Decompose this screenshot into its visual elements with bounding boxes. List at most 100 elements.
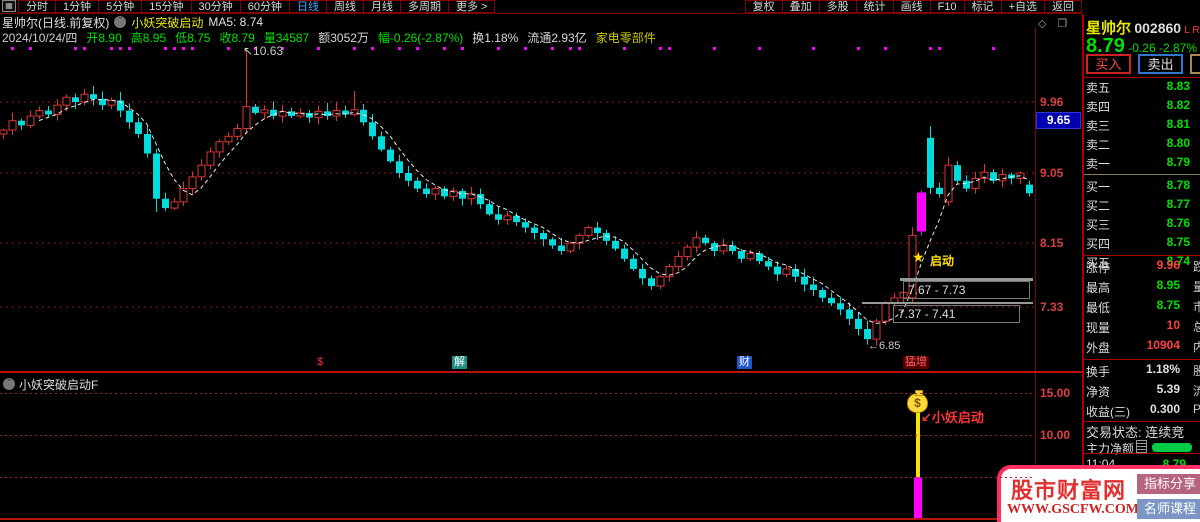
chart-corner-icons[interactable]: ◇ ❐ (1038, 17, 1071, 30)
chevron-down-icon[interactable]: ˇ (114, 16, 127, 28)
quote-field: 幅-0.26(-2.87%) (377, 30, 464, 45)
sub-gridline (0, 477, 1035, 478)
stat-value: 0.300 (1149, 402, 1180, 416)
candlestick-chart[interactable] (0, 44, 1035, 371)
stat-label: 现量 (1086, 321, 1111, 335)
order-level-label: 买二 (1086, 199, 1111, 213)
order-level-price: 8.79 (1166, 155, 1190, 169)
menu-item-多周期[interactable]: 多周期 (400, 0, 449, 13)
stat-value: 1.18% (1145, 362, 1180, 376)
axis-divider (1035, 28, 1036, 518)
stat-row-涨停: 涨停 (1086, 258, 1200, 278)
order-level-label: 买一 (1086, 180, 1111, 194)
price-change: -0.26 (1128, 41, 1156, 55)
window-icon[interactable]: ▦ (2, 0, 16, 12)
stat-value: 5.39 (1156, 382, 1180, 396)
quote-strip: 2024/10/24/四 开8.90 高8.95 低8.75 收8.79 量34587 额3… (2, 30, 656, 45)
stat-value: 8.75 (1156, 298, 1180, 312)
stat-row-最低: 最低 (1086, 298, 1200, 318)
stat-row-外盘: 外盘 (1086, 338, 1200, 358)
app-window: ▦ 分时 1分钟 5分钟 15分钟 30分钟 60分钟 日线 周线 月线 多周期 更多 > 复权 叠加… (0, 0, 1200, 522)
stat-label: 换手 (1086, 365, 1111, 379)
stat-extra-clipped: 流 (1193, 384, 1200, 398)
quote-field: 低8.75 (175, 30, 211, 45)
low-price-annotation: ←6.85 (868, 340, 901, 352)
sub-axis-label-10.00: 10.00 (1040, 428, 1071, 442)
menu-item-复权[interactable]: 复权 (744, 0, 783, 13)
stat-label: 收益(三) (1086, 405, 1130, 419)
tool-menu: 复权 叠加 多股 统计 画线 F10 标记 +自选 返回 (744, 0, 1082, 13)
order-level-price: 8.80 (1166, 136, 1190, 150)
stock-code: 002860 (1134, 20, 1182, 36)
quote-field: 开8.90 (86, 30, 122, 45)
stat-row-现量: 现量 (1086, 318, 1200, 338)
event-marker-财: 财 (737, 356, 752, 369)
menu-item-画线[interactable]: 画线 (892, 0, 931, 13)
sub-indicator-header: ˇ 小妖突破启动F (3, 376, 98, 393)
stat-extra-clipped: 量 (1193, 280, 1200, 294)
order-level-price: 8.75 (1166, 235, 1190, 249)
axis-label-8.15: 8.15 (1040, 236, 1064, 250)
quote-field: 量34587 (263, 30, 310, 45)
stat-value: 10904 (1146, 338, 1180, 352)
gap-zone-label-2: 7.37 - 7.41 (893, 305, 1020, 323)
divider (1084, 421, 1200, 422)
order-level-price: 8.76 (1166, 216, 1190, 230)
menu-item-60分钟[interactable]: 60分钟 (239, 0, 290, 13)
divider (1084, 77, 1200, 78)
order-level-label: 卖三 (1086, 119, 1111, 133)
main-sub-separator[interactable] (0, 371, 1082, 373)
signal-line (916, 410, 920, 478)
menu-item-月线[interactable]: 月线 (363, 0, 401, 13)
menu-item-5分钟[interactable]: 5分钟 (98, 0, 143, 13)
star-icon: ★ (912, 249, 925, 265)
watermark-badge-indicator-share: 指标分享 (1137, 474, 1200, 494)
price-highlight-label: 9.65 (1036, 112, 1081, 129)
watermark-url: WWW.GSCFW.COM (1007, 502, 1139, 517)
stat-value: 8.95 (1156, 278, 1180, 292)
sub-indicator-name[interactable]: 小妖突破启动F (19, 376, 98, 393)
list-icon[interactable] (1136, 440, 1147, 453)
divider (1084, 255, 1200, 256)
menu-item-F10[interactable]: F10 (929, 0, 965, 13)
stat-extra-clipped: 股 (1193, 364, 1200, 378)
menu-item-周线[interactable]: 周线 (326, 0, 364, 13)
quote-panel: 星帅尔 002860 L R 8.79 -0.26 -2.87% 买入 卖出 卖… (1084, 14, 1200, 522)
menu-item-多股[interactable]: 多股 (818, 0, 857, 13)
stat-label: 涨停 (1086, 261, 1111, 275)
sell-button[interactable]: 卖出 (1138, 54, 1183, 74)
menu-item-1分钟[interactable]: 1分钟 (55, 0, 100, 13)
high-price-annotation: ↖10.63 (243, 44, 284, 58)
menu-item-叠加[interactable]: 叠加 (781, 0, 820, 13)
menu-item-标记[interactable]: 标记 (963, 0, 1002, 13)
bid-ask-separator (1084, 174, 1200, 175)
chevron-down-icon[interactable]: ˇ (3, 378, 15, 390)
order-level-label: 卖五 (1086, 81, 1111, 95)
stat-extra-clipped: 市 (1193, 300, 1200, 314)
menu-item-15分钟[interactable]: 15分钟 (141, 0, 192, 13)
buy-button[interactable]: 买入 (1086, 54, 1131, 74)
stat-extra-clipped: 内 (1193, 340, 1200, 354)
menu-item-返回[interactable]: 返回 (1044, 0, 1082, 13)
menu-item-更多 >[interactable]: 更多 > (448, 0, 496, 13)
stat-label: 净资 (1086, 385, 1111, 399)
watermark-box: 股市财富网 WWW.GSCFW.COM 指标分享 名师课程 (997, 465, 1200, 522)
period-menu: 分时 1分钟 5分钟 15分钟 30分钟 60分钟 日线 周线 月线 多周期 更多 > (18, 0, 496, 13)
quote-field: 额3052万 (318, 30, 369, 45)
order-level-label: 买四 (1086, 237, 1111, 251)
menu-item-+自选[interactable]: +自选 (1000, 0, 1045, 13)
divider (1084, 359, 1200, 360)
star-label: 启动 (930, 254, 955, 268)
menu-item-分时[interactable]: 分时 (18, 0, 56, 13)
menu-item-日线[interactable]: 日线 (289, 0, 327, 13)
extra-button-clipped[interactable] (1190, 54, 1200, 74)
stat-extra-clipped: 跌 (1193, 260, 1200, 274)
menu-item-统计[interactable]: 统计 (855, 0, 894, 13)
menu-item-30分钟[interactable]: 30分钟 (190, 0, 241, 13)
order-level-label: 卖四 (1086, 100, 1111, 114)
stat-extra-clipped: P (1193, 402, 1200, 416)
order-level-label: 卖一 (1086, 157, 1111, 171)
quote-field: 家电零部件 (595, 30, 656, 45)
axis-label-9.05: 9.05 (1040, 166, 1064, 180)
order-level-label: 买三 (1086, 218, 1111, 232)
